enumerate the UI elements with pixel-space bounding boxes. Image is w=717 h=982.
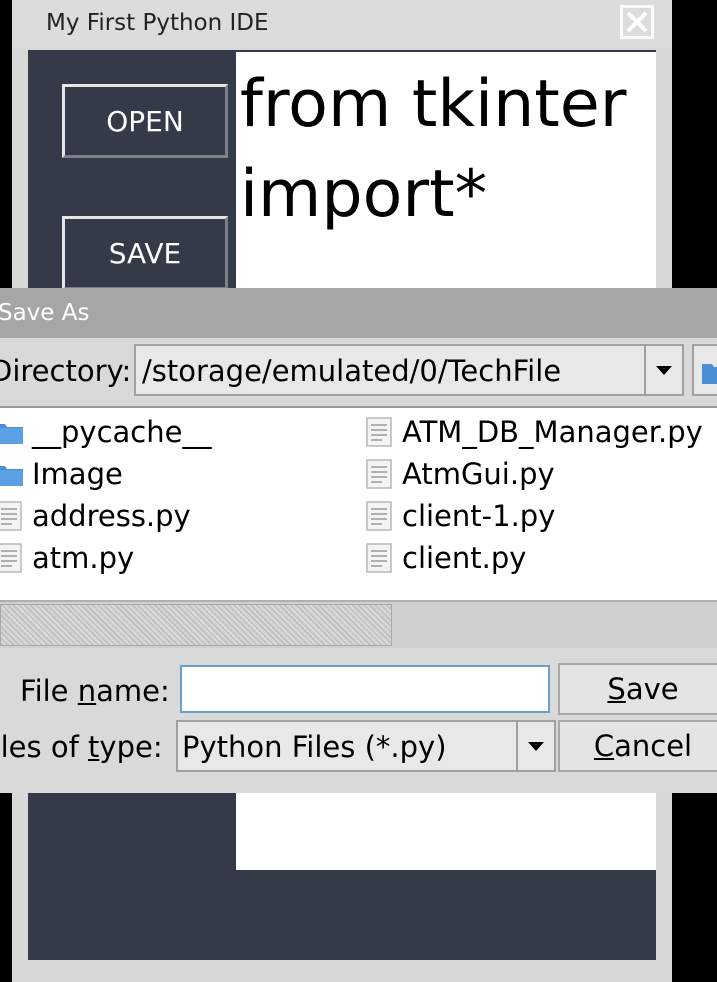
directory-value: /storage/emulated/0/TechFile xyxy=(142,354,562,388)
file-icon xyxy=(0,500,24,532)
file-name: atm.py xyxy=(32,541,135,575)
file-name: address.py xyxy=(32,499,191,533)
open-button[interactable]: OPEN xyxy=(62,84,228,158)
file-icon xyxy=(364,500,394,532)
files-of-type-label: Files of type: xyxy=(0,730,163,764)
list-item[interactable]: client.py xyxy=(364,538,526,578)
file-name: client.py xyxy=(402,541,527,575)
file-list[interactable]: __pycache__ Image address.py atm.py ATM_DB_… xyxy=(0,406,717,600)
directory-label: Directory: xyxy=(0,354,132,388)
chevron-down-icon[interactable] xyxy=(644,346,682,394)
folder-icon xyxy=(0,458,24,490)
file-name: ATM_DB_Manager.py xyxy=(402,415,703,449)
list-item[interactable]: AtmGui.py xyxy=(364,454,555,494)
list-item[interactable]: Image xyxy=(0,454,123,494)
new-folder-button[interactable] xyxy=(692,344,717,396)
file-name-input[interactable] xyxy=(180,665,550,713)
directory-dropdown[interactable]: /storage/emulated/0/TechFile xyxy=(134,344,684,396)
dialog-title: Save As xyxy=(0,300,90,326)
scrollbar-thumb[interactable] xyxy=(0,604,392,646)
close-button[interactable] xyxy=(620,5,654,39)
list-item[interactable]: __pycache__ xyxy=(0,412,211,452)
list-item[interactable]: ATM_DB_Manager.py xyxy=(364,412,703,452)
folder-icon xyxy=(0,416,24,448)
file-icon xyxy=(364,458,394,490)
list-item[interactable]: address.py xyxy=(0,496,191,536)
chevron-down-icon[interactable] xyxy=(516,722,554,770)
file-icon xyxy=(364,542,394,574)
file-name: client-1.py xyxy=(402,499,556,533)
file-name: AtmGui.py xyxy=(402,457,555,491)
dialog-save-button[interactable]: Save xyxy=(558,663,717,715)
horizontal-scrollbar[interactable] xyxy=(0,600,717,648)
files-of-type-dropdown[interactable]: Python Files (*.py) xyxy=(176,720,556,772)
save-button[interactable]: SAVE xyxy=(62,216,228,290)
folder-icon xyxy=(702,364,717,384)
window-title: My First Python IDE xyxy=(46,10,269,36)
file-name-label: File name: xyxy=(20,674,170,708)
file-name: Image xyxy=(32,457,123,491)
file-icon xyxy=(0,542,24,574)
list-item[interactable]: atm.py xyxy=(0,538,134,578)
dialog-titlebar: Save As xyxy=(0,288,717,338)
ide-titlebar: My First Python IDE xyxy=(12,0,672,48)
list-item[interactable]: client-1.py xyxy=(364,496,555,536)
dialog-cancel-button[interactable]: Cancel xyxy=(558,720,717,772)
files-of-type-value: Python Files (*.py) xyxy=(182,730,447,764)
file-icon xyxy=(364,416,394,448)
file-name: __pycache__ xyxy=(32,415,212,449)
save-as-dialog: Save As Directory: /storage/emulated/0/T… xyxy=(0,288,717,793)
close-icon xyxy=(623,8,651,36)
